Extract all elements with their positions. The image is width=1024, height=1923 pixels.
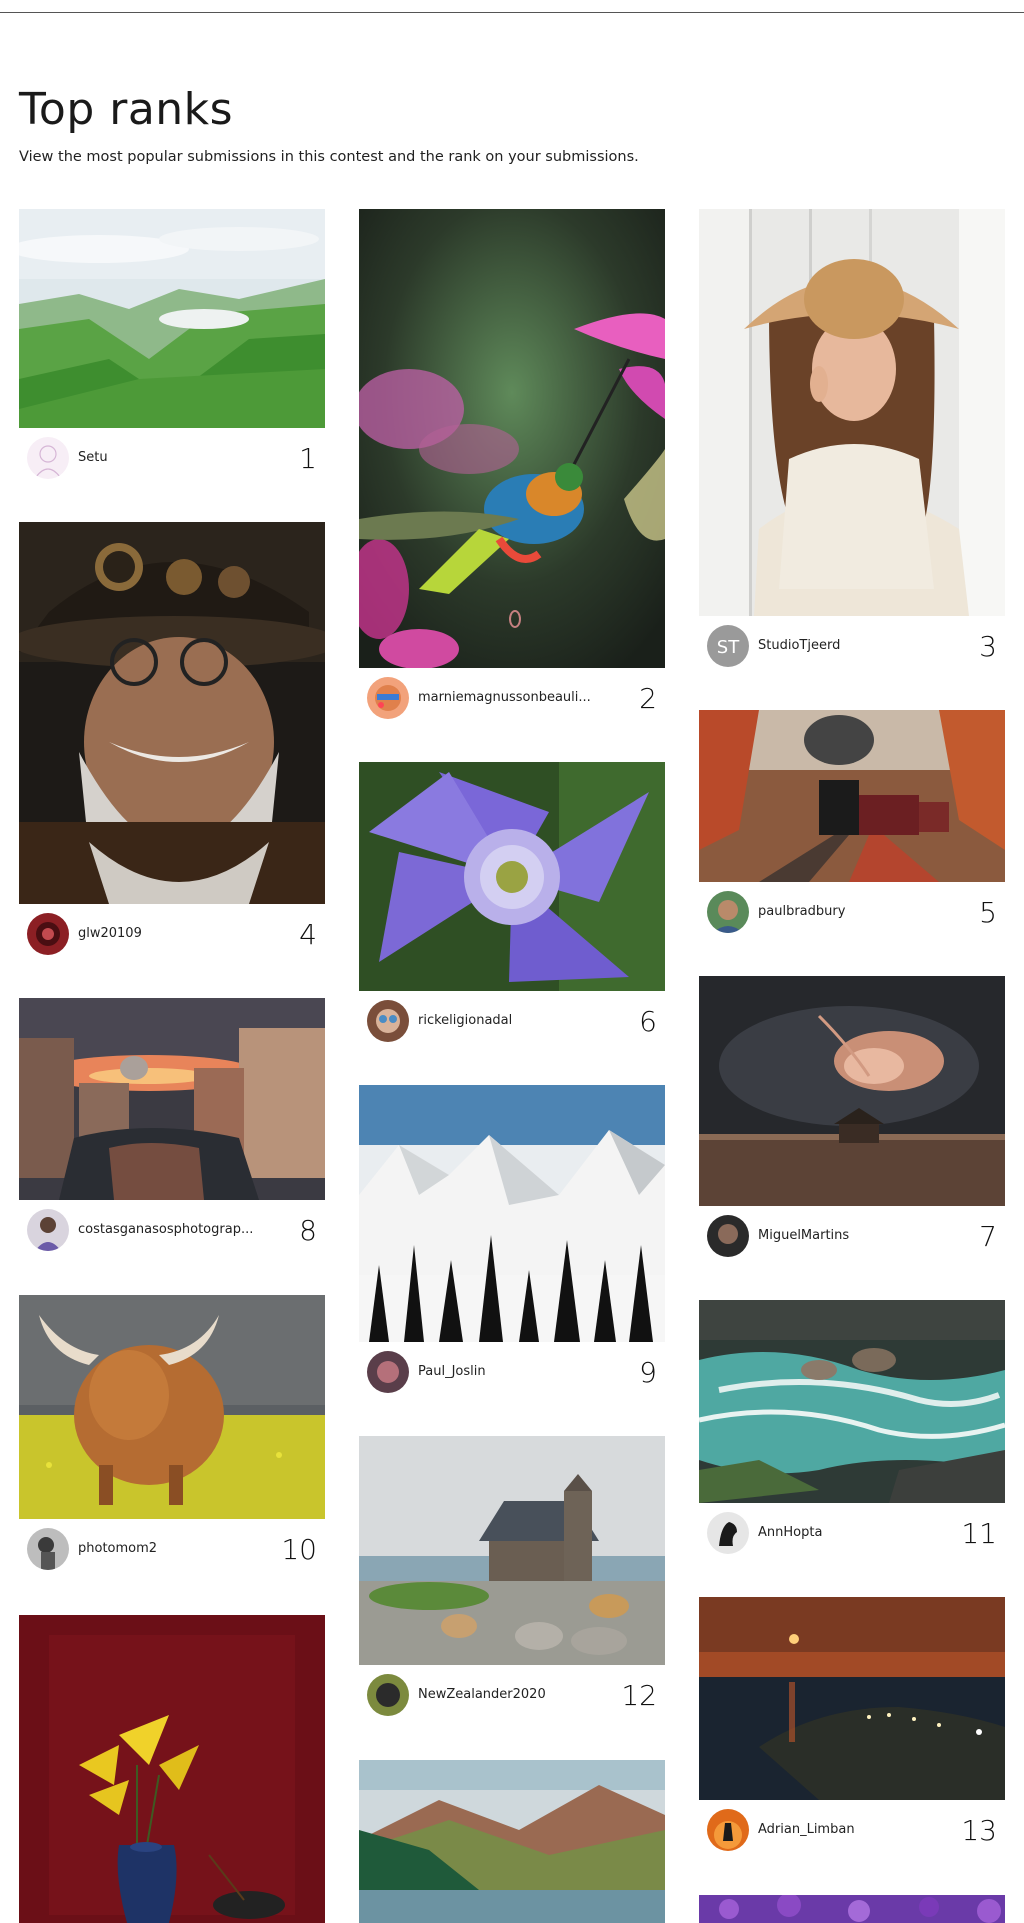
submission-meta: rickeligionadal 6 bbox=[359, 991, 665, 1051]
username[interactable]: rickeligionadal bbox=[418, 1013, 512, 1028]
page-title: Top ranks bbox=[19, 84, 234, 135]
submission-image[interactable] bbox=[699, 1300, 1005, 1503]
submission-card[interactable]: Paul_Joslin 9 bbox=[359, 1085, 665, 1402]
rank-number: 7 bbox=[979, 1220, 997, 1253]
submission-image[interactable] bbox=[19, 1615, 325, 1923]
submission-card[interactable]: Setu 1 bbox=[19, 209, 325, 488]
user-avatar[interactable] bbox=[27, 913, 69, 955]
submission-image[interactable] bbox=[699, 209, 1005, 616]
rank-number: 13 bbox=[961, 1814, 997, 1847]
username[interactable]: paulbradbury bbox=[758, 904, 845, 919]
username[interactable]: photomom2 bbox=[78, 1541, 157, 1556]
submission-meta: costasganasosphotograp... 8 bbox=[19, 1200, 325, 1260]
user-avatar[interactable] bbox=[367, 1000, 409, 1042]
username[interactable]: marniemagnussonbeauli... bbox=[418, 690, 591, 705]
submission-meta: MiguelMartins 7 bbox=[699, 1206, 1005, 1266]
submission-image[interactable] bbox=[359, 762, 665, 991]
submission-image[interactable] bbox=[19, 1295, 325, 1519]
rank-number: 2 bbox=[639, 682, 657, 715]
rank-number: 6 bbox=[639, 1005, 657, 1038]
submission-card[interactable]: costasganasosphotograp... 8 bbox=[19, 998, 325, 1260]
submission-image[interactable] bbox=[19, 209, 325, 428]
submission-card[interactable]: NewZealander2020 12 bbox=[359, 1436, 665, 1725]
user-avatar[interactable] bbox=[27, 1528, 69, 1570]
submission-meta: glw20109 4 bbox=[19, 904, 325, 964]
submission-meta: Adrian_Limban 13 bbox=[699, 1800, 1005, 1860]
submission-image[interactable] bbox=[699, 976, 1005, 1206]
submission-meta: NewZealander2020 12 bbox=[359, 1665, 665, 1725]
rank-number: 10 bbox=[281, 1533, 317, 1566]
username[interactable]: MiguelMartins bbox=[758, 1228, 849, 1243]
submission-card[interactable]: photomom2 10 bbox=[19, 1295, 325, 1579]
username[interactable]: AnnHopta bbox=[758, 1525, 822, 1540]
page-subtitle: View the most popular submissions in thi… bbox=[19, 149, 639, 165]
submission-image[interactable] bbox=[19, 998, 325, 1200]
submission-card[interactable]: Adrian_Limban 13 bbox=[699, 1597, 1005, 1860]
username[interactable]: costasganasosphotograp... bbox=[78, 1222, 253, 1237]
studiotjeerd-avatar-label: ST bbox=[717, 637, 740, 658]
submission-meta: Setu 1 bbox=[19, 428, 325, 488]
user-avatar[interactable] bbox=[367, 1351, 409, 1393]
submission-card[interactable]: AnnHopta 11 bbox=[699, 1300, 1005, 1563]
submission-card[interactable]: ST StudioTjeerd 3 bbox=[699, 209, 1005, 676]
rank-number: 8 bbox=[299, 1214, 317, 1247]
top-divider bbox=[0, 12, 1024, 13]
username[interactable]: Paul_Joslin bbox=[418, 1364, 486, 1379]
user-avatar[interactable] bbox=[27, 1209, 69, 1251]
user-avatar[interactable] bbox=[27, 437, 69, 479]
submission-image[interactable] bbox=[699, 710, 1005, 882]
submission-meta: paulbradbury 5 bbox=[699, 882, 1005, 942]
user-avatar[interactable] bbox=[707, 1215, 749, 1257]
submission-card[interactable] bbox=[699, 1895, 1005, 1923]
submission-card[interactable] bbox=[19, 1615, 325, 1923]
username[interactable]: NewZealander2020 bbox=[418, 1687, 546, 1702]
submission-image[interactable] bbox=[699, 1597, 1005, 1800]
submission-meta: photomom2 10 bbox=[19, 1519, 325, 1579]
submission-image[interactable] bbox=[359, 1436, 665, 1665]
user-avatar[interactable] bbox=[367, 677, 409, 719]
submission-card[interactable]: rickeligionadal 6 bbox=[359, 762, 665, 1051]
rank-number: 5 bbox=[979, 896, 997, 929]
username[interactable]: Adrian_Limban bbox=[758, 1822, 855, 1837]
submission-card[interactable]: MiguelMartins 7 bbox=[699, 976, 1005, 1266]
submission-meta: AnnHopta 11 bbox=[699, 1503, 1005, 1563]
rank-number: 11 bbox=[961, 1517, 997, 1550]
rank-number: 12 bbox=[621, 1679, 657, 1712]
submission-meta: Paul_Joslin 9 bbox=[359, 1342, 665, 1402]
user-avatar[interactable] bbox=[707, 1512, 749, 1554]
username[interactable]: Setu bbox=[78, 450, 108, 465]
rank-number: 9 bbox=[639, 1356, 657, 1389]
rank-number: 1 bbox=[299, 442, 317, 475]
submission-image[interactable] bbox=[359, 209, 665, 668]
submission-image[interactable] bbox=[359, 1760, 665, 1923]
rank-number: 4 bbox=[299, 918, 317, 951]
user-avatar[interactable] bbox=[707, 1809, 749, 1851]
submission-card[interactable]: glw20109 4 bbox=[19, 522, 325, 964]
user-avatar[interactable] bbox=[367, 1674, 409, 1716]
username[interactable]: StudioTjeerd bbox=[758, 638, 840, 653]
submission-card[interactable] bbox=[359, 1760, 665, 1923]
submission-image[interactable] bbox=[699, 1895, 1005, 1923]
username[interactable]: glw20109 bbox=[78, 926, 142, 941]
submission-image[interactable] bbox=[19, 522, 325, 904]
user-avatar[interactable] bbox=[707, 891, 749, 933]
submission-meta: marniemagnussonbeauli... 2 bbox=[359, 668, 665, 728]
submission-card[interactable]: paulbradbury 5 bbox=[699, 710, 1005, 942]
submission-card[interactable]: marniemagnussonbeauli... 2 bbox=[359, 209, 665, 728]
submission-image[interactable] bbox=[359, 1085, 665, 1342]
submission-meta: ST StudioTjeerd 3 bbox=[699, 616, 1005, 676]
user-avatar[interactable]: ST bbox=[707, 625, 749, 667]
rank-number: 3 bbox=[979, 630, 997, 663]
